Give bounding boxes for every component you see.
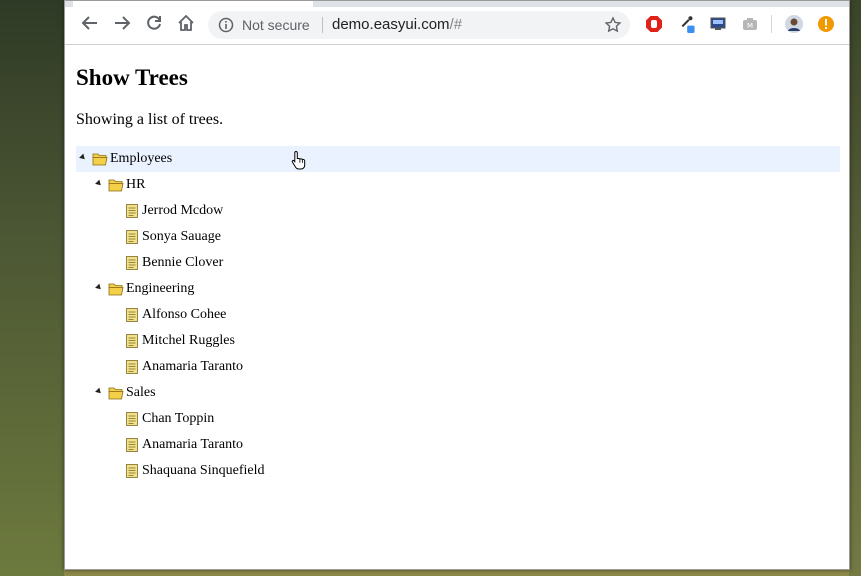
url-host: demo.easyui.com bbox=[332, 16, 450, 33]
reload-button[interactable] bbox=[143, 12, 165, 34]
info-icon[interactable] bbox=[218, 17, 234, 37]
bookmark-star-icon[interactable] bbox=[604, 16, 622, 38]
tree-node-label: Chan Toppin bbox=[142, 411, 215, 426]
tree-node-label: Alfonso Cohee bbox=[142, 307, 227, 322]
file-icon bbox=[126, 308, 138, 322]
tree-folder-node[interactable]: Employees bbox=[76, 146, 840, 172]
tree-node-label: HR bbox=[126, 177, 146, 192]
eyedropper-extension-icon[interactable] bbox=[679, 15, 697, 33]
url-text[interactable]: demo.easyui.com/# bbox=[332, 16, 462, 33]
file-icon bbox=[126, 256, 138, 270]
arrow-left-icon bbox=[81, 16, 97, 30]
tree-folder-node[interactable]: Engineering bbox=[76, 276, 840, 302]
file-icon bbox=[126, 360, 138, 374]
file-icon bbox=[126, 464, 138, 478]
page-description: Showing a list of trees. bbox=[76, 111, 224, 128]
desktop-background-left bbox=[0, 0, 64, 576]
forward-button[interactable] bbox=[111, 12, 133, 34]
tree-node-label: Sales bbox=[126, 385, 156, 400]
tree-node-label: Mitchel Ruggles bbox=[142, 333, 235, 348]
folder-open-icon bbox=[108, 179, 124, 192]
hand-cursor-icon bbox=[291, 150, 306, 170]
svg-text:M: M bbox=[747, 22, 753, 30]
profile-avatar[interactable] bbox=[785, 15, 803, 33]
tree-node-label: Engineering bbox=[126, 281, 195, 296]
tree-folder-node[interactable]: HR bbox=[76, 172, 840, 198]
security-label: Not secure bbox=[242, 17, 310, 33]
file-icon bbox=[126, 230, 138, 244]
folder-open-icon bbox=[92, 153, 108, 166]
tree-node-label: Shaquana Sinquefield bbox=[142, 463, 265, 478]
adblock-extension-icon[interactable] bbox=[645, 15, 663, 33]
page-content: Show Trees Showing a list of trees. Empl… bbox=[65, 45, 849, 569]
tree-leaf-node[interactable]: Anamaria Taranto bbox=[76, 432, 840, 458]
update-alert-icon[interactable] bbox=[817, 15, 835, 33]
folder-open-icon bbox=[108, 283, 124, 296]
tree-node-label: Jerrod Mcdow bbox=[142, 203, 224, 218]
address-bar[interactable]: Not secure demo.easyui.com/# bbox=[208, 11, 630, 39]
tree-leaf-node[interactable]: Mitchel Ruggles bbox=[76, 328, 840, 354]
tree-leaf-node[interactable]: Chan Toppin bbox=[76, 406, 840, 432]
expand-toggle-icon[interactable] bbox=[95, 179, 103, 188]
camera-extension-icon[interactable]: M bbox=[741, 15, 759, 33]
back-button[interactable] bbox=[79, 12, 101, 34]
tab-strip bbox=[65, 1, 849, 7]
expand-toggle-icon[interactable] bbox=[95, 283, 103, 292]
tree: Employees HR Jerrod Mcdow Sonya Sauage Benni… bbox=[76, 146, 840, 484]
home-icon bbox=[178, 14, 194, 31]
tree-node-label: Bennie Clover bbox=[142, 255, 224, 270]
reload-icon bbox=[147, 15, 161, 30]
screen-extension-icon[interactable] bbox=[709, 15, 727, 33]
tree-leaf-node[interactable]: Anamaria Taranto bbox=[76, 354, 840, 380]
page-title: Show Trees bbox=[76, 65, 188, 90]
tree-node-label: Employees bbox=[110, 151, 173, 166]
expand-toggle-icon[interactable] bbox=[95, 387, 103, 396]
desktop-background-right bbox=[849, 0, 861, 576]
tree-leaf-node[interactable]: Alfonso Cohee bbox=[76, 302, 840, 328]
browser-toolbar: Not secure demo.easyui.com/# M bbox=[65, 1, 849, 45]
browser-window: Not secure demo.easyui.com/# M Show Tree… bbox=[64, 0, 850, 570]
file-icon bbox=[126, 334, 138, 348]
tree-folder-node[interactable]: Sales bbox=[76, 380, 840, 406]
toolbar-separator bbox=[771, 15, 772, 33]
file-icon bbox=[126, 204, 138, 218]
file-icon bbox=[126, 412, 138, 426]
url-path: /# bbox=[449, 16, 463, 33]
omnibox-divider bbox=[322, 17, 323, 33]
home-button[interactable] bbox=[175, 12, 197, 34]
tree-leaf-node[interactable]: Jerrod Mcdow bbox=[76, 198, 840, 224]
tree-node-label: Sonya Sauage bbox=[142, 229, 221, 244]
folder-open-icon bbox=[108, 387, 124, 400]
expand-toggle-icon[interactable] bbox=[79, 153, 87, 162]
tree-node-label: Anamaria Taranto bbox=[142, 359, 243, 374]
tree-leaf-node[interactable]: Shaquana Sinquefield bbox=[76, 458, 840, 484]
file-icon bbox=[126, 438, 138, 452]
arrow-right-icon bbox=[115, 16, 131, 30]
tree-node-label: Anamaria Taranto bbox=[142, 437, 243, 452]
tree-leaf-node[interactable]: Sonya Sauage bbox=[76, 224, 840, 250]
tree-leaf-node[interactable]: Bennie Clover bbox=[76, 250, 840, 276]
